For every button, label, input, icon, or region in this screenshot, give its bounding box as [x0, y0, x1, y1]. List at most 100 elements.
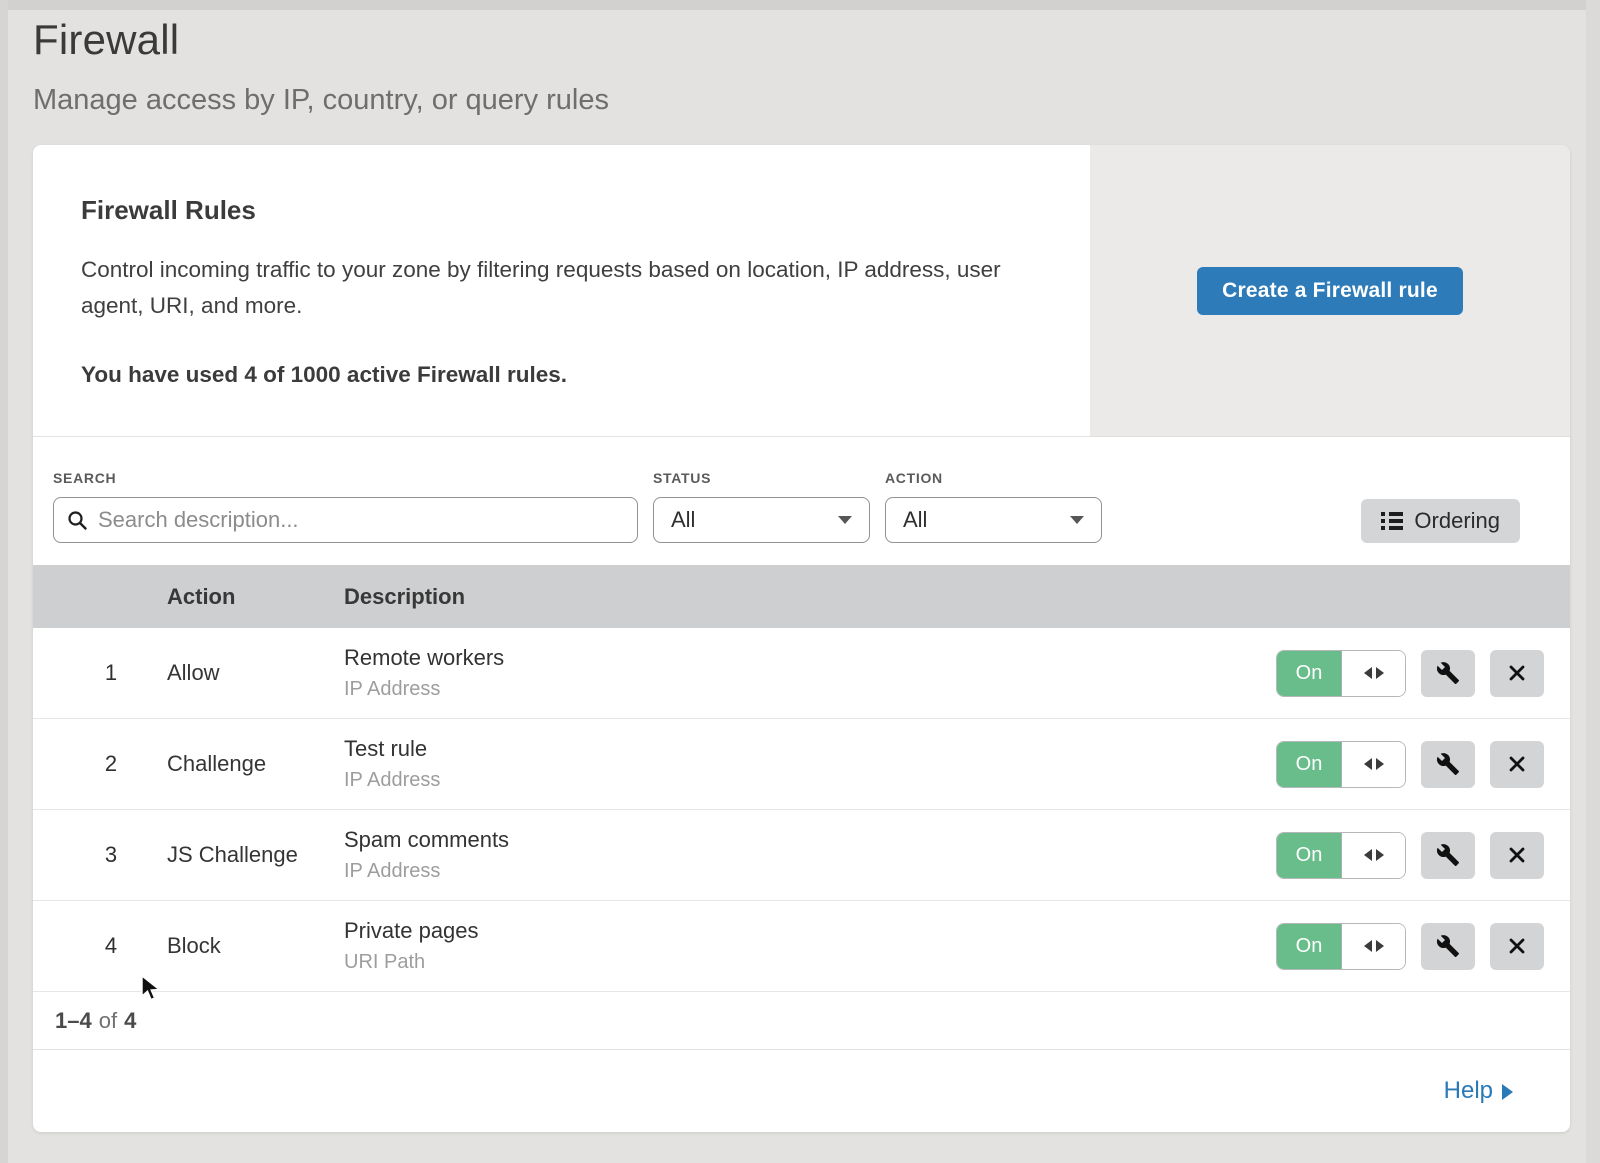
toggle-on-label: On — [1277, 651, 1342, 696]
search-icon — [67, 510, 88, 531]
rule-description-cell: Spam comments IP Address — [344, 827, 1270, 883]
create-firewall-rule-button[interactable]: Create a Firewall rule — [1197, 267, 1463, 315]
rule-description: Test rule — [344, 736, 1270, 762]
action-select[interactable]: All — [885, 497, 1102, 543]
toggle-handle — [1342, 833, 1405, 878]
rule-controls: On — [1270, 650, 1570, 697]
arrow-right-icon — [1376, 667, 1384, 679]
arrow-left-icon — [1364, 940, 1372, 952]
card-footer: Help — [33, 1049, 1570, 1132]
pagination-of-label: of — [99, 1008, 117, 1034]
close-icon — [1506, 753, 1528, 775]
pagination-total: 4 — [124, 1008, 136, 1034]
arrow-left-icon — [1364, 849, 1372, 861]
rule-description: Private pages — [344, 918, 1270, 944]
close-icon — [1506, 935, 1528, 957]
page-header: Firewall Manage access by IP, country, o… — [33, 10, 1570, 145]
ordered-list-icon — [1381, 512, 1403, 530]
chevron-down-icon — [1070, 516, 1084, 524]
window-edge-left — [0, 0, 8, 1163]
toggle-on-label: On — [1277, 742, 1342, 787]
create-rule-panel: Create a Firewall rule — [1090, 145, 1570, 437]
toggle-handle — [1342, 742, 1405, 787]
arrow-right-icon — [1376, 849, 1384, 861]
column-header-description: Description — [344, 584, 1270, 610]
toggle-handle — [1342, 651, 1405, 696]
rule-description: Remote workers — [344, 645, 1270, 671]
action-filter-group: ACTION All — [885, 470, 1102, 543]
wrench-icon — [1436, 843, 1460, 867]
rule-description-cell: Private pages URI Path — [344, 918, 1270, 974]
page-subtitle: Manage access by IP, country, or query r… — [33, 84, 1570, 117]
table-row: 3 JS Challenge Spam comments IP Address … — [33, 810, 1570, 901]
rule-action: Block — [167, 933, 344, 959]
rules-usage-text: You have used 4 of 1000 active Firewall … — [81, 362, 1030, 388]
column-header-action: Action — [167, 584, 344, 610]
pagination-range: 1–4 — [55, 1008, 92, 1034]
table-header-row: Action Description — [33, 565, 1570, 628]
rule-controls: On — [1270, 741, 1570, 788]
overview-section: Firewall Rules Control incoming traffic … — [33, 145, 1570, 437]
arrow-right-icon — [1376, 940, 1384, 952]
arrow-left-icon — [1364, 758, 1372, 770]
firewall-rules-card: Firewall Rules Control incoming traffic … — [33, 145, 1570, 1132]
status-label: STATUS — [653, 470, 870, 486]
rule-controls: On — [1270, 923, 1570, 970]
arrow-right-icon — [1376, 758, 1384, 770]
wrench-icon — [1436, 934, 1460, 958]
wrench-icon — [1436, 752, 1460, 776]
delete-rule-button[interactable] — [1490, 741, 1544, 788]
table-row: 4 Block Private pages URI Path On — [33, 901, 1570, 992]
overview-heading: Firewall Rules — [81, 195, 1030, 226]
rule-priority: 2 — [33, 751, 167, 777]
firewall-page: Firewall Manage access by IP, country, o… — [33, 10, 1570, 1132]
edit-rule-button[interactable] — [1421, 741, 1475, 788]
rule-enabled-toggle[interactable]: On — [1276, 741, 1406, 788]
arrow-right-icon — [1502, 1084, 1513, 1100]
edit-rule-button[interactable] — [1421, 650, 1475, 697]
rule-controls: On — [1270, 832, 1570, 879]
delete-rule-button[interactable] — [1490, 923, 1544, 970]
pagination-bar: 1–4 of 4 — [33, 992, 1570, 1049]
rule-priority: 1 — [33, 660, 167, 686]
toggle-handle — [1342, 924, 1405, 969]
help-link-label: Help — [1444, 1077, 1493, 1105]
rule-priority: 3 — [33, 842, 167, 868]
rule-field-type: IP Address — [344, 860, 1270, 883]
arrow-left-icon — [1364, 667, 1372, 679]
rule-field-type: IP Address — [344, 769, 1270, 792]
rule-enabled-toggle[interactable]: On — [1276, 832, 1406, 879]
delete-rule-button[interactable] — [1490, 650, 1544, 697]
window-edge-right — [1586, 0, 1600, 1163]
toggle-on-label: On — [1277, 924, 1342, 969]
table-row: 2 Challenge Test rule IP Address On — [33, 719, 1570, 810]
ordering-button[interactable]: Ordering — [1361, 499, 1520, 543]
rule-description: Spam comments — [344, 827, 1270, 853]
window-edge-top — [0, 0, 1600, 10]
table-row: 1 Allow Remote workers IP Address On — [33, 628, 1570, 719]
edit-rule-button[interactable] — [1421, 832, 1475, 879]
status-selected-value: All — [671, 507, 695, 533]
wrench-icon — [1436, 661, 1460, 685]
rule-action: Challenge — [167, 751, 344, 777]
status-select[interactable]: All — [653, 497, 870, 543]
rule-description-cell: Remote workers IP Address — [344, 645, 1270, 701]
overview-description: Control incoming traffic to your zone by… — [81, 252, 1030, 324]
help-link[interactable]: Help — [1444, 1077, 1513, 1105]
rule-enabled-toggle[interactable]: On — [1276, 923, 1406, 970]
rule-action: JS Challenge — [167, 842, 344, 868]
delete-rule-button[interactable] — [1490, 832, 1544, 879]
search-box[interactable] — [53, 497, 638, 543]
action-selected-value: All — [903, 507, 927, 533]
search-input[interactable] — [98, 507, 624, 533]
rule-description-cell: Test rule IP Address — [344, 736, 1270, 792]
action-label: ACTION — [885, 470, 1102, 486]
ordering-button-label: Ordering — [1414, 508, 1500, 534]
toggle-on-label: On — [1277, 833, 1342, 878]
rule-enabled-toggle[interactable]: On — [1276, 650, 1406, 697]
close-icon — [1506, 662, 1528, 684]
edit-rule-button[interactable] — [1421, 923, 1475, 970]
rule-priority: 4 — [33, 933, 167, 959]
rule-field-type: IP Address — [344, 678, 1270, 701]
page-title: Firewall — [33, 16, 1570, 64]
